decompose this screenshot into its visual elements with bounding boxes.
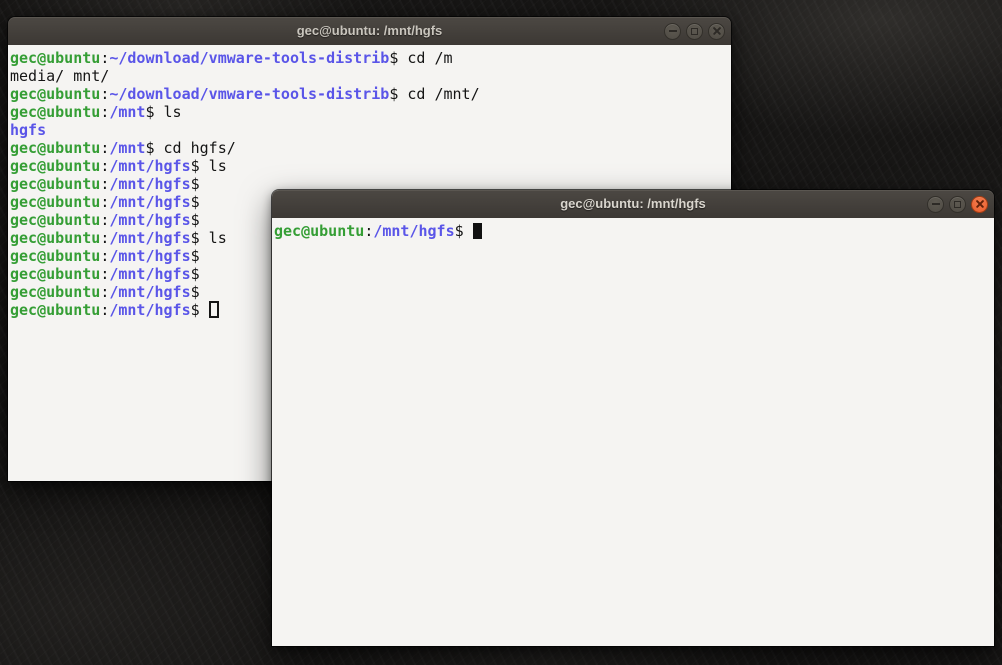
terminal-text-segment: $ cd /m [389, 49, 452, 67]
terminal-text-segment: /mnt/hgfs [109, 247, 190, 265]
terminal-text-segment: $ [455, 222, 473, 240]
terminal-line: gec@ubuntu:~/download/vmware-tools-distr… [10, 49, 729, 67]
terminal-text-segment: : [100, 283, 109, 301]
terminal-text-segment: : [100, 247, 109, 265]
window-controls-back [664, 17, 725, 45]
maximize-button[interactable] [686, 23, 703, 40]
terminal-text-segment: : [100, 301, 109, 319]
close-button[interactable] [971, 196, 988, 213]
terminal-text-segment: gec@ubuntu [10, 85, 100, 103]
terminal-text-segment: /mnt/hgfs [109, 229, 190, 247]
terminal-text-segment: : [100, 229, 109, 247]
terminal-line: gec@ubuntu:/mnt$ cd hgfs/ [10, 139, 729, 157]
terminal-text-segment: $ [191, 211, 200, 229]
terminal-text-segment: : [100, 175, 109, 193]
terminal-text-segment: $ cd hgfs/ [145, 139, 235, 157]
terminal-text-segment: /mnt/hgfs [109, 211, 190, 229]
terminal-line: gec@ubuntu:~/download/vmware-tools-distr… [10, 85, 729, 103]
window-title: gec@ubuntu: /mnt/hgfs [272, 190, 994, 218]
terminal-text-segment: /mnt/hgfs [109, 283, 190, 301]
window-title: gec@ubuntu: /mnt/hgfs [8, 17, 731, 45]
terminal-text-segment: media/ mnt/ [10, 67, 109, 85]
terminal-text-segment: gec@ubuntu [10, 175, 100, 193]
terminal-line: hgfs [10, 121, 729, 139]
terminal-text-segment: : [100, 85, 109, 103]
terminal-text-segment: : [100, 103, 109, 121]
terminal-cursor [473, 223, 482, 239]
terminal-text-segment: gec@ubuntu [10, 103, 100, 121]
terminal-text-segment: $ [191, 175, 200, 193]
terminal-text-segment: gec@ubuntu [10, 157, 100, 175]
terminal-text-segment: $ ls [191, 157, 227, 175]
terminal-text-segment: gec@ubuntu [10, 265, 100, 283]
minimize-button[interactable] [664, 23, 681, 40]
terminal-cursor [209, 301, 219, 318]
terminal-text-segment: : [364, 222, 373, 240]
close-icon [712, 27, 721, 36]
terminal-text-segment: /mnt [109, 139, 145, 157]
terminal-text-segment: $ [191, 265, 200, 283]
terminal-text-segment: gec@ubuntu [10, 229, 100, 247]
titlebar-front[interactable]: gec@ubuntu: /mnt/hgfs [272, 190, 994, 219]
terminal-content-front[interactable]: gec@ubuntu:/mnt/hgfs$ [272, 218, 994, 646]
terminal-window-front: gec@ubuntu: /mnt/hgfs gec@ubuntu:/mnt/hg… [272, 190, 994, 646]
maximize-icon [954, 201, 961, 208]
terminal-text-segment: $ cd /mnt/ [389, 85, 479, 103]
terminal-text-segment: /mnt/hgfs [373, 222, 454, 240]
terminal-text-segment: /mnt/hgfs [109, 193, 190, 211]
titlebar-back[interactable]: gec@ubuntu: /mnt/hgfs [8, 17, 731, 46]
terminal-text-segment: gec@ubuntu [10, 301, 100, 319]
terminal-line: gec@ubuntu:/mnt/hgfs$ ls [10, 157, 729, 175]
terminal-text-segment: gec@ubuntu [10, 49, 100, 67]
maximize-button[interactable] [949, 196, 966, 213]
minimize-icon [669, 30, 677, 32]
terminal-text-segment: /mnt/hgfs [109, 157, 190, 175]
terminal-text-segment: $ [191, 247, 200, 265]
terminal-line: gec@ubuntu:/mnt$ ls [10, 103, 729, 121]
terminal-text-segment: gec@ubuntu [10, 247, 100, 265]
minimize-button[interactable] [927, 196, 944, 213]
close-button[interactable] [708, 23, 725, 40]
terminal-text-segment: : [100, 211, 109, 229]
window-controls-front [927, 190, 988, 218]
terminal-text-segment: : [100, 157, 109, 175]
terminal-text-segment: : [100, 193, 109, 211]
terminal-text-segment: gec@ubuntu [10, 193, 100, 211]
terminal-text-segment: /mnt/hgfs [109, 175, 190, 193]
terminal-text-segment: ~/download/vmware-tools-distrib [109, 85, 389, 103]
maximize-icon [691, 28, 698, 35]
terminal-text-segment: /mnt/hgfs [109, 301, 190, 319]
minimize-icon [932, 203, 940, 205]
terminal-line: media/ mnt/ [10, 67, 729, 85]
terminal-text-segment: gec@ubuntu [10, 211, 100, 229]
desktop-background: gec@ubuntu: /mnt/hgfs gec@ubuntu:~/downl… [0, 0, 1002, 665]
terminal-text-segment: gec@ubuntu [10, 283, 100, 301]
terminal-text-segment: : [100, 49, 109, 67]
terminal-text-segment: hgfs [10, 121, 46, 139]
terminal-text-segment: gec@ubuntu [10, 139, 100, 157]
terminal-line: gec@ubuntu:/mnt/hgfs$ [274, 222, 992, 240]
terminal-text-segment: /mnt/hgfs [109, 265, 190, 283]
close-icon [975, 200, 984, 209]
terminal-text-segment: /mnt [109, 103, 145, 121]
terminal-text-segment: $ [191, 193, 200, 211]
terminal-text-segment: gec@ubuntu [274, 222, 364, 240]
terminal-text-segment: ~/download/vmware-tools-distrib [109, 49, 389, 67]
terminal-text-segment: : [100, 139, 109, 157]
terminal-text-segment: : [100, 265, 109, 283]
terminal-text-segment: $ ls [145, 103, 181, 121]
terminal-text-segment: $ [191, 301, 209, 319]
terminal-text-segment: $ [191, 283, 200, 301]
terminal-text-segment: $ ls [191, 229, 227, 247]
